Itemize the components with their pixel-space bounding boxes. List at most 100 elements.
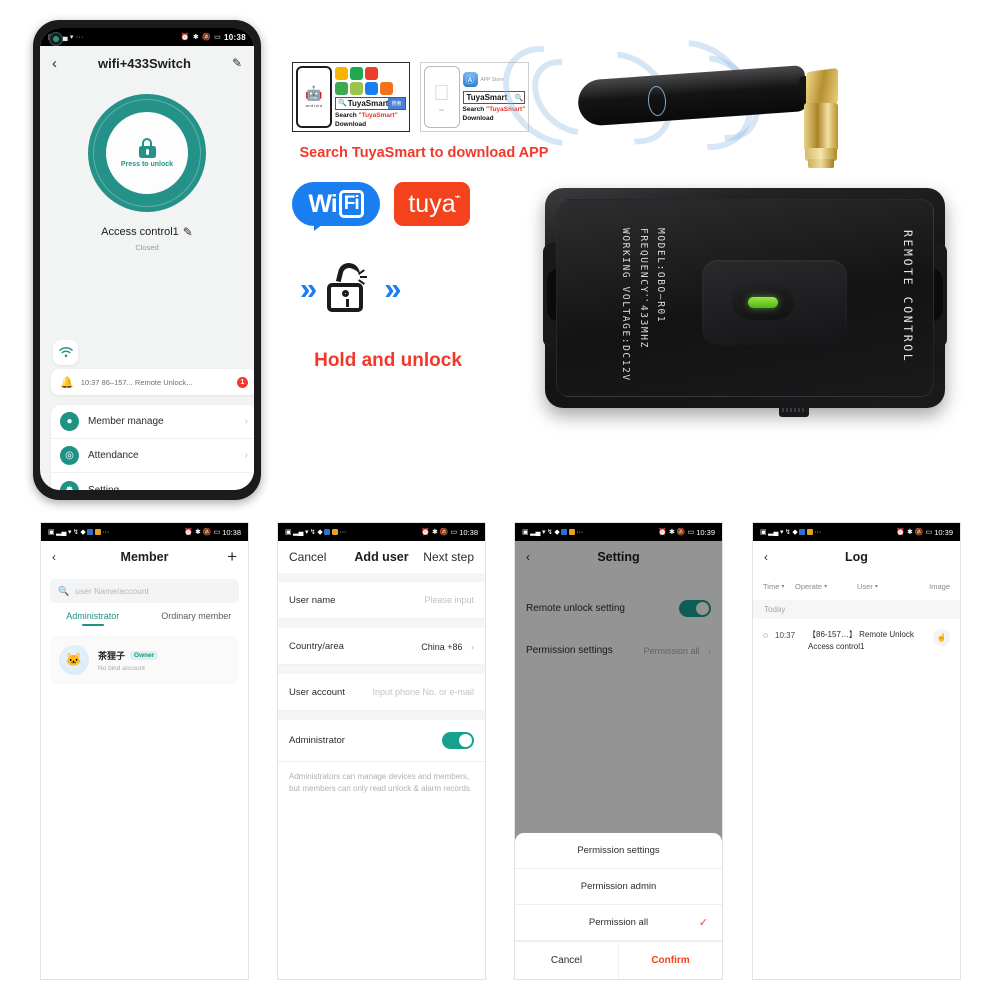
administrator-toggle[interactable] <box>442 732 474 749</box>
field-label: User name <box>289 594 336 606</box>
android-caption-line2: Download <box>335 120 367 128</box>
app-badge-icon <box>324 529 331 535</box>
add-user-button[interactable]: + <box>227 547 237 567</box>
status-bar-clock: 10:38 <box>224 32 246 42</box>
unlock-spark-icon <box>358 269 372 285</box>
table-row[interactable]: 10:37 【86-157…】 Remote Unlock Access con… <box>753 619 960 663</box>
field-country-area[interactable]: Country/area China +86 › <box>278 628 485 665</box>
bell-icon: 🔔 <box>60 376 74 389</box>
main-phone-screen: ▣ ▂▄ ▾ ··· ⏰ ✱ 🔕 ▭ 10:38 ‹ wifi+433Switc… <box>40 28 254 490</box>
status-bar: ▣ ▂▄ ▾ ↯ ◆ ··· ⏰ ✱ 🔕 ▭ 10:39 <box>753 523 960 541</box>
iphone-illustration:  ios <box>423 66 460 128</box>
photo-icon: ▣ <box>522 529 529 536</box>
menu-card: ● Member manage › ◎ Attendance › ✸ Setti… <box>51 405 254 490</box>
device-enclosure: WORKING VOLTAGE:DC12V FREQUENCY：433MHZ M… <box>543 188 947 417</box>
gear-icon: ✸ <box>60 480 79 490</box>
device-model-label: MODEL:OBO–R01 <box>655 228 666 324</box>
caption-prefix: Search <box>335 111 359 119</box>
status-bar-clock: 10:39 <box>934 527 953 537</box>
bluetooth-icon: ✱ <box>195 529 201 536</box>
mute-icon: 🔕 <box>439 529 449 536</box>
avatar: 🐱 <box>59 645 89 675</box>
wifi-icon <box>58 347 73 358</box>
back-button[interactable]: ‹ <box>52 550 56 564</box>
notification-badge: 1 <box>237 376 248 388</box>
bluetooth-icon: ✱ <box>432 529 438 536</box>
app-download-badges: 🤖 android 🔍 TuyaSmart 搜索 Search "TuyaSma… <box>292 62 530 132</box>
device-button[interactable] <box>732 284 794 320</box>
alarm-icon: ⏰ <box>421 529 430 536</box>
cancel-button[interactable]: Cancel <box>289 550 326 564</box>
list-item[interactable]: 🐱 茶狸子 Owner No bind account <box>50 636 239 684</box>
ios-os-label: ios <box>439 107 444 112</box>
next-step-button[interactable]: Next step <box>423 550 474 564</box>
tab-ordinary-member[interactable]: Ordinary member <box>145 611 249 626</box>
column-filter-operate[interactable]: Operate ▾ <box>795 582 857 591</box>
option-permission-admin[interactable]: Permission admin <box>515 869 722 905</box>
column-label: User <box>857 582 873 591</box>
photo-icon: ▣ <box>760 529 767 536</box>
lock-state-label: Closed <box>135 243 159 252</box>
app-icon-tencent <box>335 81 348 95</box>
rename-edit-icon[interactable]: ✎ <box>183 225 193 239</box>
form-separator <box>278 711 485 720</box>
status-bar-left-icons: ▣ ▂▄ ▾ ↯ ◆ ··· <box>285 528 346 537</box>
main-navbar: ‹ wifi+433Switch ✎ <box>40 46 254 80</box>
unlock-button[interactable]: Press to unlock <box>88 94 206 212</box>
search-input[interactable]: 🔍 user Name/account <box>50 579 239 603</box>
option-label: Permission admin <box>580 881 657 892</box>
drop-icon: ◆ <box>554 529 560 536</box>
device-name-row: Access control1 ✎ <box>101 225 193 239</box>
battery-icon: ▭ <box>687 529 695 536</box>
menu-item-member-manage[interactable]: ● Member manage › <box>51 405 254 439</box>
status-bar: ▣ ▂▄ ▾ ↯ ◆ ··· ⏰ ✱ 🔕 ▭ 10:38 <box>41 523 248 541</box>
permission-action-sheet: Permission settings Permission admin Per… <box>515 833 722 979</box>
menu-item-attendance[interactable]: ◎ Attendance › <box>51 439 254 473</box>
bluetooth-icon: ✱ <box>192 33 200 41</box>
action-sheet-title: Permission settings <box>515 833 722 869</box>
tab-administrator[interactable]: Administrator <box>41 611 145 626</box>
sync-icon: ↯ <box>72 529 79 536</box>
app-badge-icon <box>331 529 338 535</box>
drop-icon: ◆ <box>80 529 86 536</box>
option-permission-all[interactable]: Permission all ✓ <box>515 905 722 941</box>
device-remote-control-label: REMOTE CONTROL <box>901 230 915 364</box>
status-bar-left-icons: ▣ ▂▄ ▾ ↯ ◆ ··· <box>522 528 583 537</box>
chevron-down-icon: ▾ <box>824 584 828 590</box>
device-terminal-block <box>779 406 809 417</box>
status-bar-clock: 10:38 <box>459 527 478 537</box>
member-info: 茶狸子 Owner No bind account <box>98 649 159 672</box>
android-os-label: android <box>305 103 323 108</box>
add-user-screen-panel: ▣ ▂▄ ▾ ↯ ◆ ··· ⏰ ✱ 🔕 ▭ 10:38 Cancel Add … <box>277 522 486 980</box>
notification-card[interactable]: 🔔 10:37 86–157... Remote Unlock... 1 <box>51 369 254 395</box>
back-button[interactable]: ‹ <box>52 55 57 72</box>
column-filter-time[interactable]: Time ▾ <box>763 582 795 591</box>
more-icon: ··· <box>75 33 84 41</box>
edit-icon[interactable]: ✎ <box>232 56 242 70</box>
thumb-icon[interactable]: ☝ <box>933 629 950 646</box>
device-brand-labels: REMOTE CONTROL <box>901 230 915 368</box>
android-caption-line1: Search "TuyaSmart" <box>335 112 406 119</box>
cancel-button[interactable]: Cancel <box>515 942 619 979</box>
alarm-icon: ⏰ <box>658 529 667 536</box>
log-column-headers: Time ▾ Operate ▾ User ▾ Image <box>753 573 960 600</box>
member-screen-panel: ▣ ▂▄ ▾ ↯ ◆ ··· ⏰ ✱ 🔕 ▭ 10:38 ‹ Member + … <box>40 522 249 980</box>
caption-prefix: Search <box>462 106 486 113</box>
field-user-account[interactable]: User account Input phone No. or e-mail <box>278 674 485 711</box>
administrator-hint-text: Administrators can manage devices and me… <box>278 762 485 804</box>
bluetooth-icon: ✱ <box>907 529 913 536</box>
sync-icon: ↯ <box>309 529 316 536</box>
field-user-name[interactable]: User name Please input <box>278 582 485 619</box>
battery-icon: ▭ <box>450 529 458 536</box>
app-icon-market <box>350 81 363 95</box>
search-go-button[interactable]: 搜索 <box>388 97 405 109</box>
wifi-icon: ▾ <box>69 33 74 41</box>
back-button[interactable]: ‹ <box>764 550 768 564</box>
device-working-voltage-label: WORKING VOLTAGE:DC12V <box>620 228 631 382</box>
field-administrator-toggle-row[interactable]: Administrator <box>278 720 485 762</box>
column-filter-user[interactable]: User ▾ <box>857 582 909 591</box>
confirm-button[interactable]: Confirm <box>619 942 722 979</box>
android-search-bar[interactable]: 🔍 TuyaSmart 搜索 <box>335 96 406 110</box>
menu-item-setting[interactable]: ✸ Setting › <box>51 473 254 490</box>
more-icon: ··· <box>814 528 822 536</box>
